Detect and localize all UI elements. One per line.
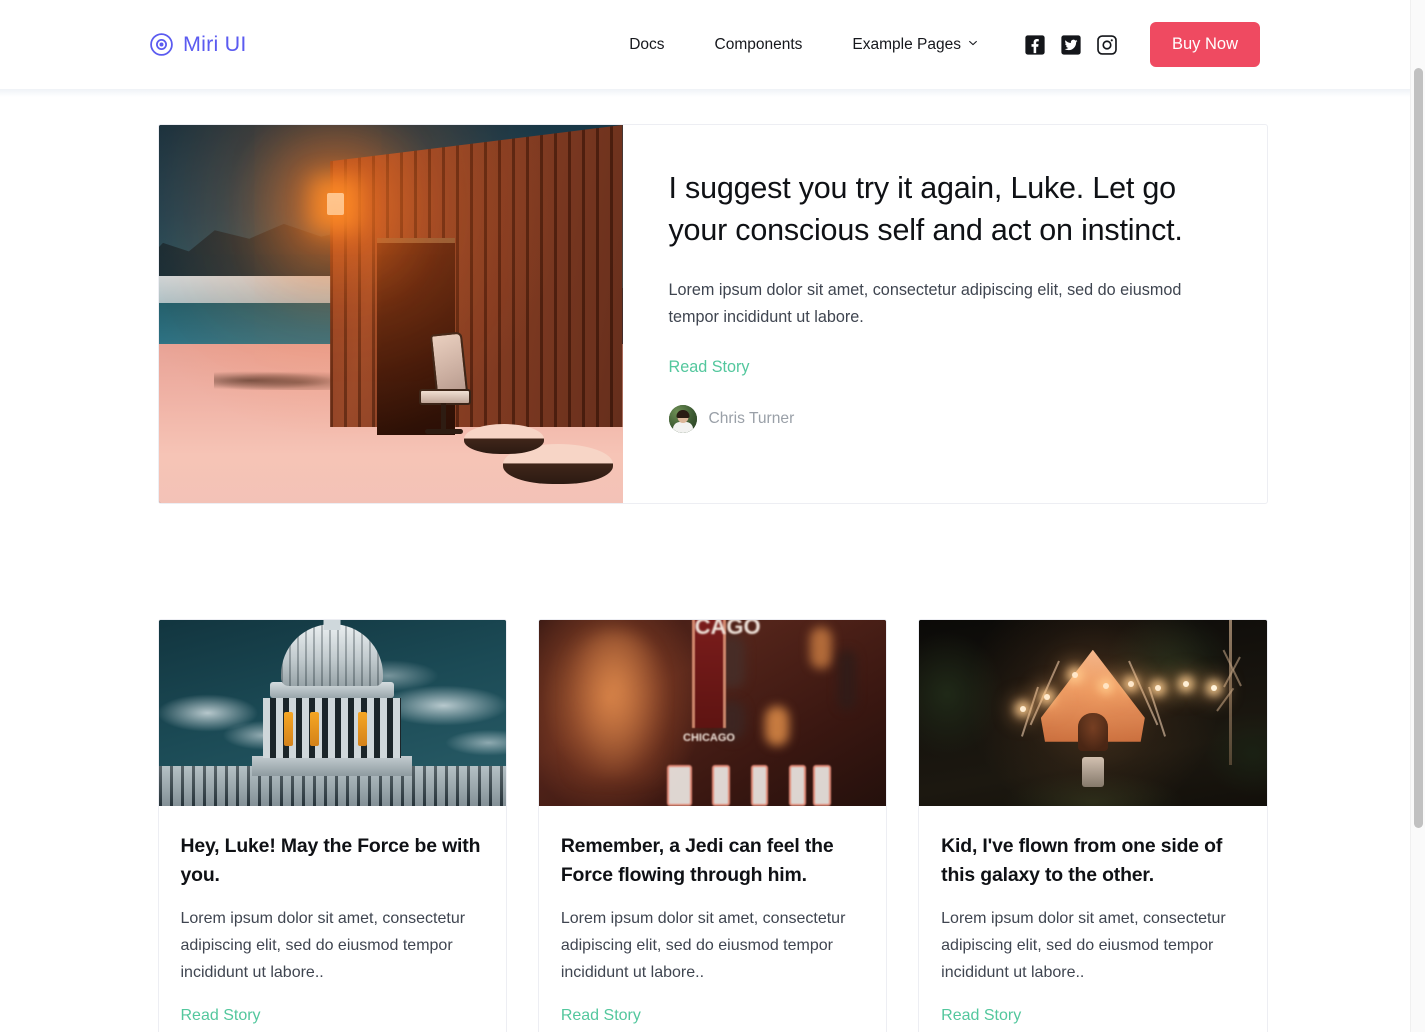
nav-link-list: Docs Components Example Pages [604, 36, 1002, 54]
post-card-title: Remember, a Jedi can feel the Force flow… [560, 835, 834, 887]
post-card[interactable]: Kid, I've flown from one side of this ga… [918, 619, 1268, 1032]
marquee-vertical-text: CAGO [695, 620, 761, 728]
featured-article-image [158, 125, 623, 503]
nav-link-docs-label: Docs [629, 35, 665, 53]
featured-article-excerpt: Lorem ipsum dolor sit amet, consectetur … [668, 280, 1182, 326]
nav-link-components[interactable]: Components [690, 36, 828, 54]
post-card[interactable]: CAGO CHICAGO Remember, a Jedi can feel t… [537, 619, 888, 1032]
post-card-read-story-link[interactable]: Read Story [941, 1007, 1021, 1025]
avatar [668, 405, 697, 434]
post-card-title: Hey, Luke! May the Force be with you. [180, 835, 481, 887]
target-circle-icon [149, 32, 174, 57]
primary-navigation: Docs Components Example Pages Buy Now [604, 22, 1425, 67]
post-card-body: Hey, Luke! May the Force be with you. Lo… [159, 806, 506, 1032]
twitter-icon[interactable] [1060, 34, 1082, 56]
page-content: I suggest you try it again, Luke. Let go… [0, 89, 1425, 1032]
page-scrollbar-thumb[interactable] [1414, 68, 1423, 828]
page-scrollbar[interactable] [1410, 0, 1425, 1032]
post-card-read-story-link[interactable]: Read Story [181, 1007, 261, 1025]
brand-name: Miri UI [183, 32, 247, 56]
site-header: Miri UI Docs Components Example Pages Bu… [0, 0, 1425, 97]
featured-article-card[interactable]: I suggest you try it again, Luke. Let go… [157, 124, 1268, 504]
glamping-tent-illustration [919, 620, 1267, 806]
post-card-body: Remember, a Jedi can feel the Force flow… [539, 806, 886, 1032]
featured-author: Chris Turner [668, 405, 1219, 434]
buy-now-button[interactable]: Buy Now [1149, 22, 1260, 67]
browser-viewport: Miri UI Docs Components Example Pages Bu… [0, 0, 1425, 1032]
featured-article-title: I suggest you try it again, Luke. Let go… [668, 171, 1183, 248]
featured-article-body: I suggest you try it again, Luke. Let go… [623, 125, 1267, 503]
content-container: I suggest you try it again, Luke. Let go… [157, 124, 1268, 1032]
nav-link-components-label: Components [714, 35, 803, 53]
chevron-down-icon [968, 38, 977, 47]
cathedral-dome-illustration [158, 620, 506, 806]
nav-link-example-pages-label: Example Pages [852, 35, 961, 53]
social-links [1024, 34, 1118, 56]
post-card-image: CAGO CHICAGO [538, 620, 887, 806]
instagram-icon[interactable] [1096, 34, 1118, 56]
brand-logo-link[interactable]: Miri UI [149, 32, 247, 57]
post-card-grid: Hey, Luke! May the Force be with you. Lo… [157, 619, 1268, 1032]
post-card-body: Kid, I've flown from one side of this ga… [919, 806, 1266, 1032]
nav-item-components: Components [690, 36, 828, 54]
post-card-excerpt: Lorem ipsum dolor sit amet, consectetur … [560, 909, 846, 982]
post-card-excerpt: Lorem ipsum dolor sit amet, consectetur … [941, 909, 1226, 982]
post-card-image [919, 620, 1267, 806]
marquee-horizontal-text: CHICAGO [683, 731, 735, 744]
cabin-at-dusk-illustration [158, 125, 623, 503]
post-card-excerpt: Lorem ipsum dolor sit amet, consectetur … [180, 909, 466, 982]
nav-item-docs: Docs [604, 36, 689, 54]
chicago-marquee-illustration: CAGO CHICAGO [538, 620, 887, 806]
nav-item-example-pages: Example Pages [827, 36, 1002, 54]
facebook-icon[interactable] [1024, 34, 1046, 56]
featured-author-name: Chris Turner [708, 410, 795, 428]
post-card-read-story-link[interactable]: Read Story [561, 1007, 641, 1025]
nav-link-example-pages[interactable]: Example Pages [827, 36, 1002, 54]
post-card-image [158, 620, 506, 806]
nav-link-docs[interactable]: Docs [604, 36, 689, 54]
post-card[interactable]: Hey, Luke! May the Force be with you. Lo… [157, 619, 507, 1032]
featured-read-story-link[interactable]: Read Story [669, 358, 750, 377]
post-card-title: Kid, I've flown from one side of this ga… [941, 835, 1223, 887]
